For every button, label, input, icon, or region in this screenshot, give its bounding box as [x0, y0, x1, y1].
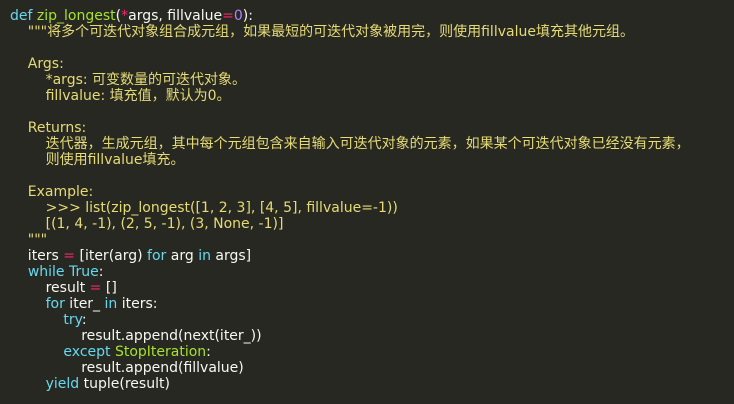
code-token: result.append(fillvalue)	[10, 360, 244, 376]
code-token: iters:	[117, 296, 158, 312]
code-line: Args:	[10, 56, 64, 72]
code-token: result	[10, 280, 90, 296]
code-token: fillvalue: 填充值，默认为0。	[10, 88, 231, 104]
code-token: for	[45, 296, 65, 312]
code-token: """	[10, 232, 48, 248]
code-token: Args:	[10, 56, 64, 72]
code-token: >>> list(zip_longest([1, 2, 3], [4, 5], …	[10, 200, 398, 216]
code-line: [(1, 4, -1), (2, 5, -1), (3, None, -1)]	[10, 216, 284, 232]
code-line: Example:	[10, 184, 93, 200]
code-line: fillvalue: 填充值，默认为0。	[10, 88, 231, 104]
code-token: [(1, 4, -1), (2, 5, -1), (3, None, -1)]	[10, 216, 284, 232]
code-line: except StopIteration:	[10, 344, 211, 360]
code-token: arg	[166, 248, 199, 264]
code-line: Returns:	[10, 120, 86, 136]
code-token: tuple(result)	[79, 376, 170, 392]
code-line: yield tuple(result)	[10, 376, 170, 392]
code-token: []	[101, 280, 117, 296]
code-token: =	[89, 280, 102, 296]
code-token: =	[63, 248, 76, 264]
code-token: :	[81, 312, 87, 328]
code-line: >>> list(zip_longest([1, 2, 3], [4, 5], …	[10, 200, 398, 216]
code-token: def	[10, 8, 33, 24]
code-token: 则使用fillvalue填充。	[10, 152, 185, 168]
code-token: except	[63, 344, 111, 360]
code-line: for iter_ in iters:	[10, 296, 158, 312]
code-token: 迭代器，生成元组，其中每个元组包含来自输入可迭代对象的元素，如果某个可迭代对象已…	[10, 136, 690, 152]
code-token: result.append(next(iter_))	[10, 328, 262, 344]
code-line: try:	[10, 312, 87, 328]
code-token: for	[147, 248, 167, 264]
code-token: True	[68, 264, 99, 280]
code-token: *args: 可变数量的可迭代对象。	[10, 72, 247, 88]
code-token: Returns:	[10, 120, 87, 136]
code-line: """	[10, 232, 47, 248]
code-token: Example:	[10, 184, 94, 200]
code-token: in	[104, 296, 118, 312]
code-token: iter_	[64, 296, 105, 312]
code-token: iters	[10, 248, 64, 264]
code-token: StopIteration	[114, 344, 207, 360]
code-token: args, fillvalue	[128, 8, 223, 24]
code-line: result.append(fillvalue)	[10, 360, 244, 376]
code-token: """将多个可迭代对象组合成元组，如果最短的可迭代对象被用完，则使用fillva…	[10, 24, 634, 40]
code-token: zip_longest	[36, 8, 116, 24]
code-token: ):	[242, 8, 253, 24]
code-line: while True:	[10, 264, 104, 280]
code-token: =	[222, 8, 234, 24]
code-line: result = []	[10, 280, 117, 296]
code-token: :	[98, 264, 104, 280]
code-token: try	[63, 312, 82, 328]
code-editor[interactable]: def zip_longest(*args, fillvalue=0): """…	[0, 0, 734, 404]
code-token: 0	[233, 8, 243, 24]
code-line: iters = [iter(arg) for arg in args]	[10, 248, 251, 264]
code-line: result.append(next(iter_))	[10, 328, 262, 344]
code-line: def zip_longest(*args, fillvalue=0):	[10, 8, 253, 24]
code-token: yield	[45, 376, 80, 392]
code-line: """将多个可迭代对象组合成元组，如果最短的可迭代对象被用完，则使用fillva…	[10, 24, 634, 40]
code-token: while	[27, 264, 65, 280]
code-line: 则使用fillvalue填充。	[10, 152, 185, 168]
code-line: *args: 可变数量的可迭代对象。	[10, 72, 246, 88]
code-line: 迭代器，生成元组，其中每个元组包含来自输入可迭代对象的元素，如果某个可迭代对象已…	[10, 136, 690, 152]
code-token: :	[206, 344, 211, 360]
code-token: [iter(arg)	[75, 248, 148, 264]
code-token: args]	[210, 248, 252, 264]
code-token: in	[198, 248, 211, 264]
